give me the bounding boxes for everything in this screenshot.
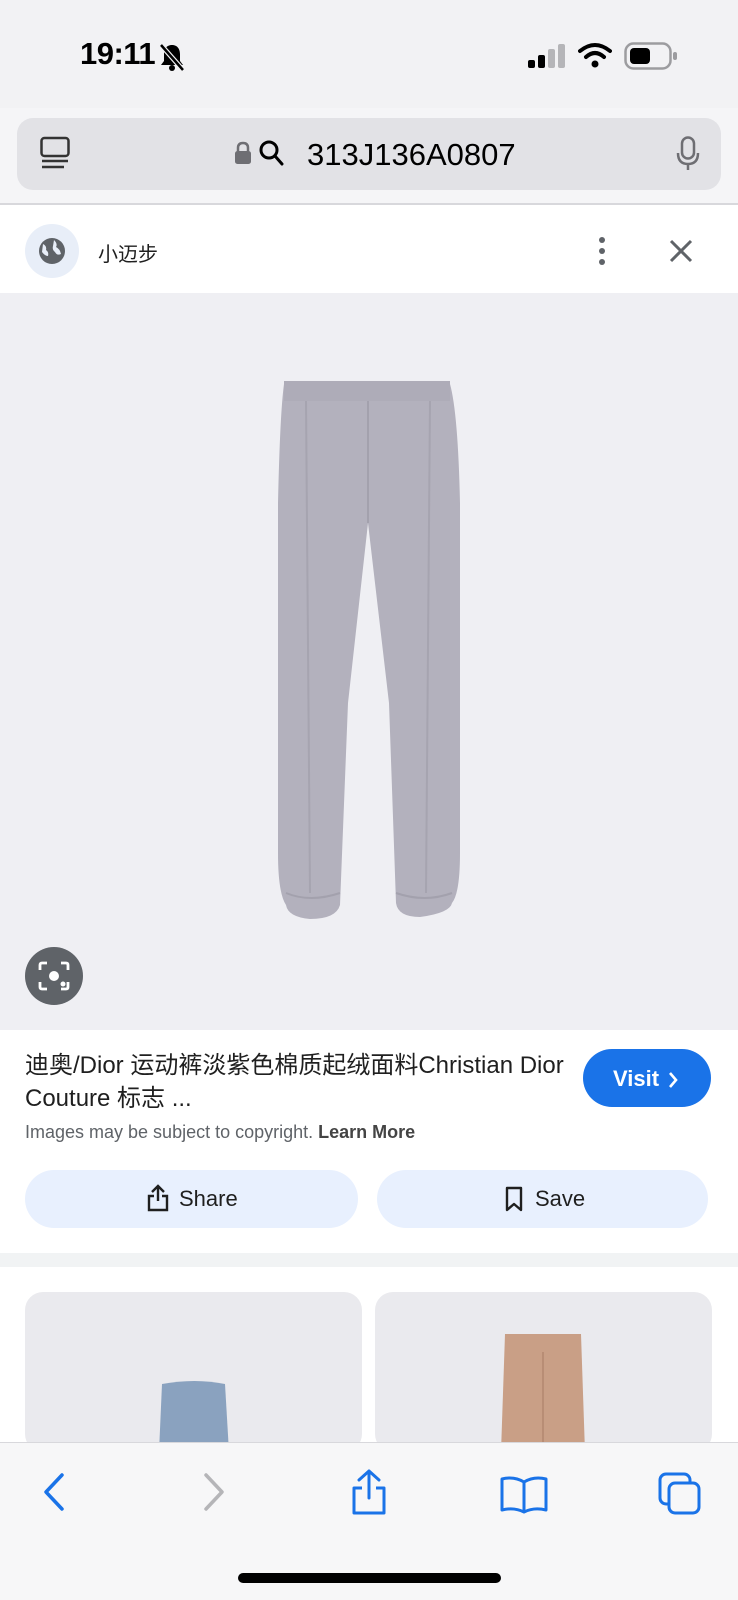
pants-illustration xyxy=(278,381,460,919)
tabs-icon[interactable] xyxy=(658,1472,702,1521)
globe-icon xyxy=(37,236,67,271)
microphone-icon[interactable] xyxy=(676,136,700,177)
copyright-text: Images may be subject to copyright. xyxy=(25,1122,314,1142)
status-time: 19:11 xyxy=(80,36,156,71)
visit-label: Visit xyxy=(613,1066,660,1091)
close-icon[interactable] xyxy=(668,238,694,269)
bookmark-icon xyxy=(505,1186,523,1218)
share-icon[interactable] xyxy=(350,1468,388,1521)
lens-icon xyxy=(38,961,70,996)
battery-icon xyxy=(624,42,678,75)
product-image[interactable] xyxy=(0,293,738,1030)
related-image-thumbnail[interactable] xyxy=(25,1292,362,1452)
copyright-notice: Images may be subject to copyright. Lear… xyxy=(25,1122,415,1143)
save-label: Save xyxy=(535,1186,586,1211)
wifi-icon xyxy=(578,42,612,73)
result-title[interactable]: 迪奥/Dior 运动裤淡紫色棉质起绒面料Christian Dior Coutu… xyxy=(25,1049,565,1115)
share-icon xyxy=(147,1184,169,1218)
source-site-name[interactable]: 小迈步 xyxy=(98,238,158,267)
share-button[interactable]: Share xyxy=(25,1170,358,1228)
lens-search-button[interactable] xyxy=(25,947,83,1005)
more-vertical-icon[interactable] xyxy=(597,236,607,271)
bookmarks-icon[interactable] xyxy=(500,1476,548,1519)
signal-icon xyxy=(528,44,568,73)
url-text[interactable]: 313J136A0807 xyxy=(307,137,516,173)
learn-more-link[interactable]: Learn More xyxy=(318,1122,415,1142)
related-image-thumbnail[interactable] xyxy=(375,1292,712,1452)
chevron-right-icon xyxy=(667,1069,679,1095)
address-bar[interactable]: 313J136A0807 xyxy=(17,118,721,190)
home-indicator xyxy=(238,1573,501,1583)
visit-button[interactable]: Visit xyxy=(583,1049,711,1107)
forward-icon[interactable] xyxy=(202,1472,226,1517)
tabs-overview-icon[interactable] xyxy=(40,136,70,177)
search-icon xyxy=(258,139,284,172)
lock-icon xyxy=(234,141,252,170)
back-icon[interactable] xyxy=(42,1472,66,1517)
bell-slash-icon xyxy=(158,42,186,77)
share-label: Share xyxy=(179,1186,238,1211)
section-separator xyxy=(0,1253,738,1267)
save-button[interactable]: Save xyxy=(377,1170,708,1228)
